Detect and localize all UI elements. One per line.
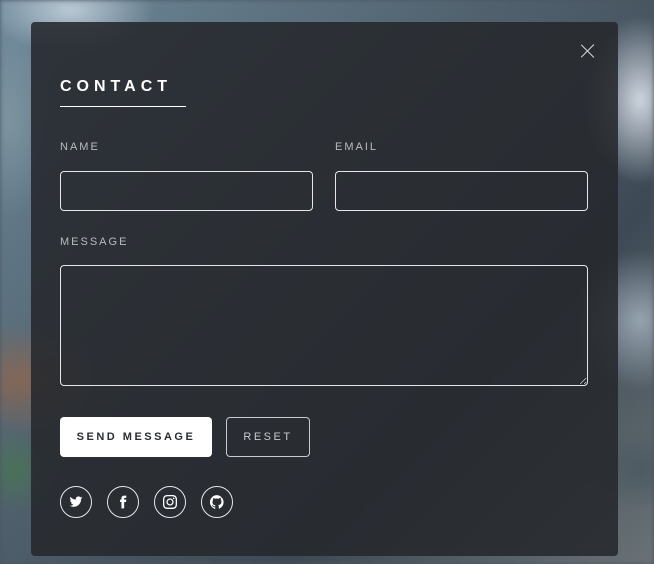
email-label: EMAIL	[335, 141, 379, 153]
email-input[interactable]	[335, 171, 588, 211]
modal-title: CONTACT	[60, 78, 186, 107]
reset-button[interactable]: RESET	[226, 417, 310, 457]
message-textarea[interactable]	[60, 265, 588, 386]
name-input[interactable]	[60, 171, 313, 211]
github-icon	[210, 495, 224, 509]
instagram-link[interactable]	[154, 486, 186, 518]
twitter-icon	[69, 496, 83, 507]
send-message-button[interactable]: SEND MESSAGE	[60, 417, 212, 457]
close-icon[interactable]	[580, 43, 596, 59]
name-label: NAME	[60, 141, 100, 153]
contact-modal: CONTACT NAME EMAIL MESSAGE SEND MESSAGE …	[31, 22, 618, 556]
github-link[interactable]	[201, 486, 233, 518]
facebook-icon	[120, 495, 127, 509]
instagram-icon	[163, 495, 177, 509]
twitter-link[interactable]	[60, 486, 92, 518]
message-label: MESSAGE	[60, 236, 129, 248]
facebook-link[interactable]	[107, 486, 139, 518]
